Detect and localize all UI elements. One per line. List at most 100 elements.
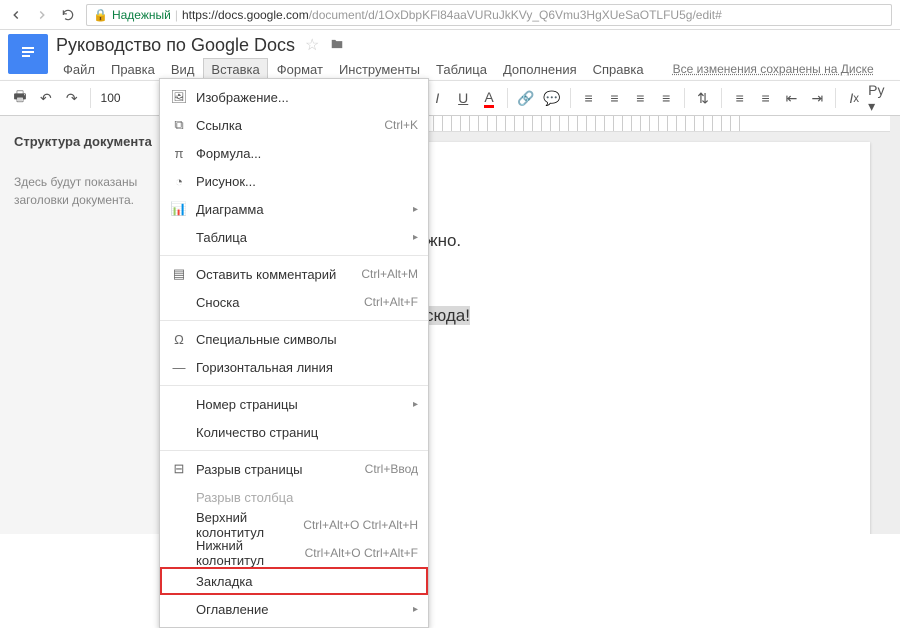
- menu-item-label: Формула...: [190, 146, 418, 161]
- menu-table[interactable]: Таблица: [429, 59, 494, 80]
- menu-item-нижний-колонтитул[interactable]: Нижний колонтитулCtrl+Alt+O Ctrl+Alt+F: [160, 539, 428, 567]
- menu-addons[interactable]: Дополнения: [496, 59, 584, 80]
- menu-file[interactable]: Файл: [56, 59, 102, 80]
- menu-item-label: Изображение...: [190, 90, 418, 105]
- indent-decrease-icon[interactable]: ⇤: [780, 85, 804, 111]
- back-button[interactable]: [8, 7, 24, 23]
- numbered-list-icon[interactable]: ≡: [728, 85, 752, 111]
- indent-increase-icon[interactable]: ⇥: [805, 85, 829, 111]
- link-icon: ⧉: [168, 117, 190, 133]
- menu-view[interactable]: Вид: [164, 59, 202, 80]
- menu-item-label: Специальные символы: [190, 332, 418, 347]
- menu-item-label: Разрыв страницы: [190, 462, 365, 477]
- menu-item-формула-[interactable]: πФормула...: [160, 139, 428, 167]
- address-bar[interactable]: 🔒 Надежный | https://docs.google.com/doc…: [86, 4, 892, 26]
- chevron-right-icon: ▸: [413, 232, 418, 243]
- menu-item-верхний-колонтитул[interactable]: Верхний колонтитулCtrl+Alt+O Ctrl+Alt+H: [160, 511, 428, 539]
- clear-formatting-icon[interactable]: Ix: [842, 85, 866, 111]
- image-icon: 🖼: [168, 89, 190, 105]
- undo-icon[interactable]: ↶: [34, 85, 58, 111]
- comment-icon[interactable]: 💬: [540, 85, 564, 111]
- menu-item-label: Номер страницы: [190, 397, 413, 412]
- reload-button[interactable]: [60, 7, 76, 23]
- menu-item-таблица[interactable]: Таблица▸: [160, 223, 428, 251]
- menu-shortcut: Ctrl+Alt+O Ctrl+Alt+H: [303, 518, 418, 532]
- docs-logo[interactable]: [8, 34, 48, 74]
- omega-icon: Ω: [168, 332, 190, 347]
- menu-bar: Файл Правка Вид Вставка Формат Инструмен…: [56, 58, 892, 80]
- doc-header: Руководство по Google Docs ☆ Файл Правка…: [0, 30, 900, 80]
- star-icon[interactable]: ☆: [305, 35, 319, 55]
- align-justify-icon[interactable]: ≡: [654, 85, 678, 111]
- zoom-level[interactable]: 100: [97, 91, 125, 105]
- menu-tools[interactable]: Инструменты: [332, 59, 427, 80]
- menu-item-label: Нижний колонтитул: [190, 538, 305, 568]
- browser-chrome: 🔒 Надежный | https://docs.google.com/doc…: [0, 0, 900, 30]
- align-left-icon[interactable]: ≡: [577, 85, 601, 111]
- underline-icon[interactable]: U: [451, 85, 475, 111]
- drawing-icon: ◔: [168, 174, 190, 189]
- menu-item-label: Сноска: [190, 295, 364, 310]
- menu-shortcut: Ctrl+Alt+O Ctrl+Alt+F: [305, 546, 418, 560]
- menu-item-оставить-комментарий[interactable]: ▤Оставить комментарийCtrl+Alt+M: [160, 260, 428, 288]
- menu-help[interactable]: Справка: [586, 59, 651, 80]
- menu-item-label: Рисунок...: [190, 174, 418, 189]
- pagebreak-icon: ⊟: [168, 461, 190, 477]
- chevron-right-icon: ▸: [413, 204, 418, 215]
- menu-item-специальные-символы[interactable]: ΩСпециальные символы: [160, 325, 428, 353]
- menu-item-ссылка[interactable]: ⧉СсылкаCtrl+K: [160, 111, 428, 139]
- input-tools-icon[interactable]: Ру ▾: [868, 85, 892, 111]
- toolbar: 🖶 ↶ ↷ 100 B I U A 🔗 💬 ≡ ≡ ≡ ≡ ⇅ ≡ ≡ ⇤ ⇥ …: [0, 80, 900, 116]
- menu-item-сноска[interactable]: СноскаCtrl+Alt+F: [160, 288, 428, 316]
- lock-icon: 🔒: [93, 8, 108, 22]
- secure-label: Надежный: [112, 8, 171, 22]
- menu-item-label: Разрыв столбца: [190, 490, 418, 505]
- menu-item-label: Диаграмма: [190, 202, 413, 217]
- menu-item-label: Оставить комментарий: [190, 267, 361, 282]
- menu-item-label: Горизонтальная линия: [190, 360, 418, 375]
- menu-item-label: Ссылка: [190, 118, 384, 133]
- chevron-right-icon: ▸: [413, 399, 418, 410]
- align-center-icon[interactable]: ≡: [602, 85, 626, 111]
- menu-format[interactable]: Формат: [270, 59, 330, 80]
- menu-shortcut: Ctrl+Alt+F: [364, 295, 418, 309]
- hr-icon: —: [168, 360, 190, 375]
- menu-insert[interactable]: Вставка: [203, 58, 267, 80]
- print-icon[interactable]: 🖶: [8, 85, 32, 111]
- main-area: Структура документа Здесь будут показаны…: [0, 116, 900, 534]
- menu-item-разрыв-страницы[interactable]: ⊟Разрыв страницыCtrl+Ввод: [160, 455, 428, 483]
- menu-item-количество-страниц[interactable]: Количество страниц: [160, 418, 428, 446]
- menu-shortcut: Ctrl+Ввод: [365, 462, 418, 476]
- text-color-icon[interactable]: A: [477, 85, 501, 111]
- comment-icon: ▤: [168, 266, 190, 282]
- folder-icon[interactable]: [329, 37, 345, 54]
- menu-shortcut: Ctrl+Alt+M: [361, 267, 418, 281]
- menu-item-изображение-[interactable]: 🖼Изображение...: [160, 83, 428, 111]
- menu-item-label: Оглавление: [190, 602, 413, 617]
- menu-item-диаграмма[interactable]: 📊Диаграмма▸: [160, 195, 428, 223]
- forward-button[interactable]: [34, 7, 50, 23]
- chevron-right-icon: ▸: [413, 604, 418, 615]
- menu-item-label: Таблица: [190, 230, 413, 245]
- url-text: https://docs.google.com/document/d/1OxDb…: [182, 8, 722, 22]
- save-status[interactable]: Все изменения сохранены на Диске: [673, 62, 874, 76]
- menu-item-оглавление[interactable]: Оглавление▸: [160, 595, 428, 623]
- pi-icon: π: [168, 146, 190, 161]
- menu-edit[interactable]: Правка: [104, 59, 162, 80]
- insert-menu-dropdown: 🖼Изображение...⧉СсылкаCtrl+KπФормула...◔…: [159, 78, 429, 628]
- menu-item-label: Закладка: [190, 574, 418, 589]
- align-right-icon[interactable]: ≡: [628, 85, 652, 111]
- line-spacing-icon[interactable]: ⇅: [691, 85, 715, 111]
- doc-title[interactable]: Руководство по Google Docs: [56, 35, 295, 56]
- menu-item-label: Количество страниц: [190, 425, 418, 440]
- menu-item-номер-страницы[interactable]: Номер страницы▸: [160, 390, 428, 418]
- menu-shortcut: Ctrl+K: [384, 118, 418, 132]
- menu-item-горизонтальная-линия[interactable]: —Горизонтальная линия: [160, 353, 428, 381]
- redo-icon[interactable]: ↷: [60, 85, 84, 111]
- menu-item-рисунок-[interactable]: ◔Рисунок...: [160, 167, 428, 195]
- link-icon[interactable]: 🔗: [514, 85, 538, 111]
- menu-item-закладка[interactable]: Закладка: [160, 567, 428, 595]
- bulleted-list-icon[interactable]: ≡: [754, 85, 778, 111]
- menu-item-разрыв-столбца: Разрыв столбца: [160, 483, 428, 511]
- chart-icon: 📊: [168, 201, 190, 217]
